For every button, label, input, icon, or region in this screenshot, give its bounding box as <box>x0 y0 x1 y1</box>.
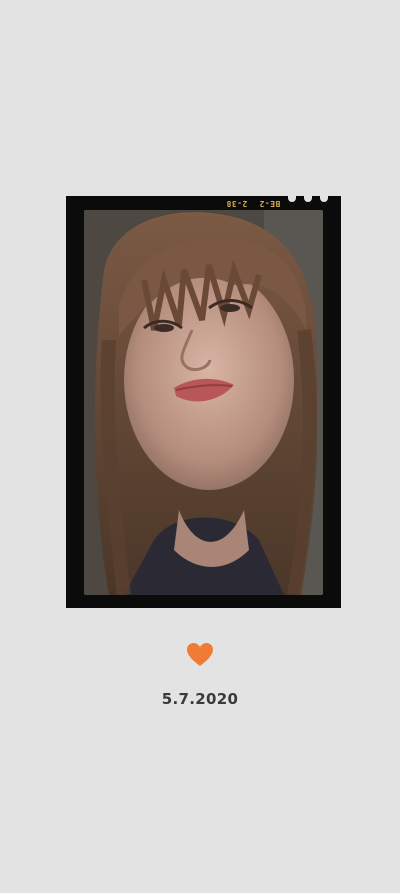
frame-notch <box>288 195 296 202</box>
film-frame: 2-38 BE-2 <box>66 195 341 608</box>
film-code: BE-2 <box>259 199 281 208</box>
frame-notch <box>304 195 312 202</box>
film-code: 2-38 <box>226 199 248 208</box>
frame-notch <box>320 195 328 202</box>
photo-date: 5.7.2020 <box>161 690 239 708</box>
heart-icon[interactable] <box>187 643 213 667</box>
selfie-photo <box>84 210 323 595</box>
